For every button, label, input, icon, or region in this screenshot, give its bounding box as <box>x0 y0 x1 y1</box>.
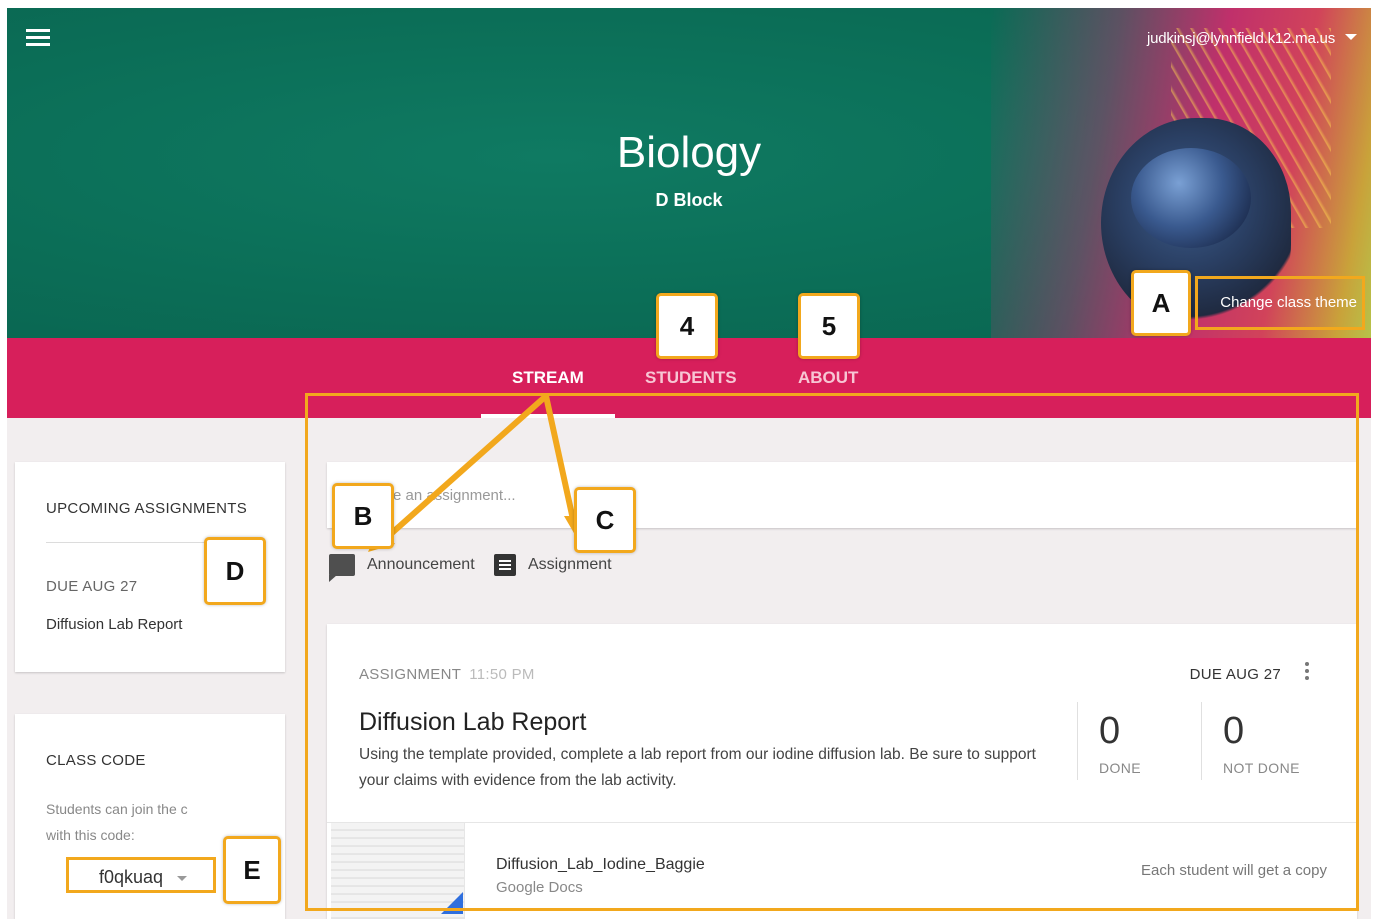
callout-c: C <box>574 487 636 553</box>
arrow-to-c <box>543 393 577 527</box>
classroom-app: judkinsj@lynnfield.k12.ma.us Biology D B… <box>0 0 1374 919</box>
callout-e: E <box>223 836 281 904</box>
callout-b: B <box>332 483 394 549</box>
callout-4: 4 <box>656 293 718 359</box>
callout-a: A <box>1131 270 1191 336</box>
arrow-to-b <box>381 393 549 543</box>
callout-5: 5 <box>798 293 860 359</box>
annotation-arrows <box>368 393 586 552</box>
callout-d: D <box>204 537 266 605</box>
